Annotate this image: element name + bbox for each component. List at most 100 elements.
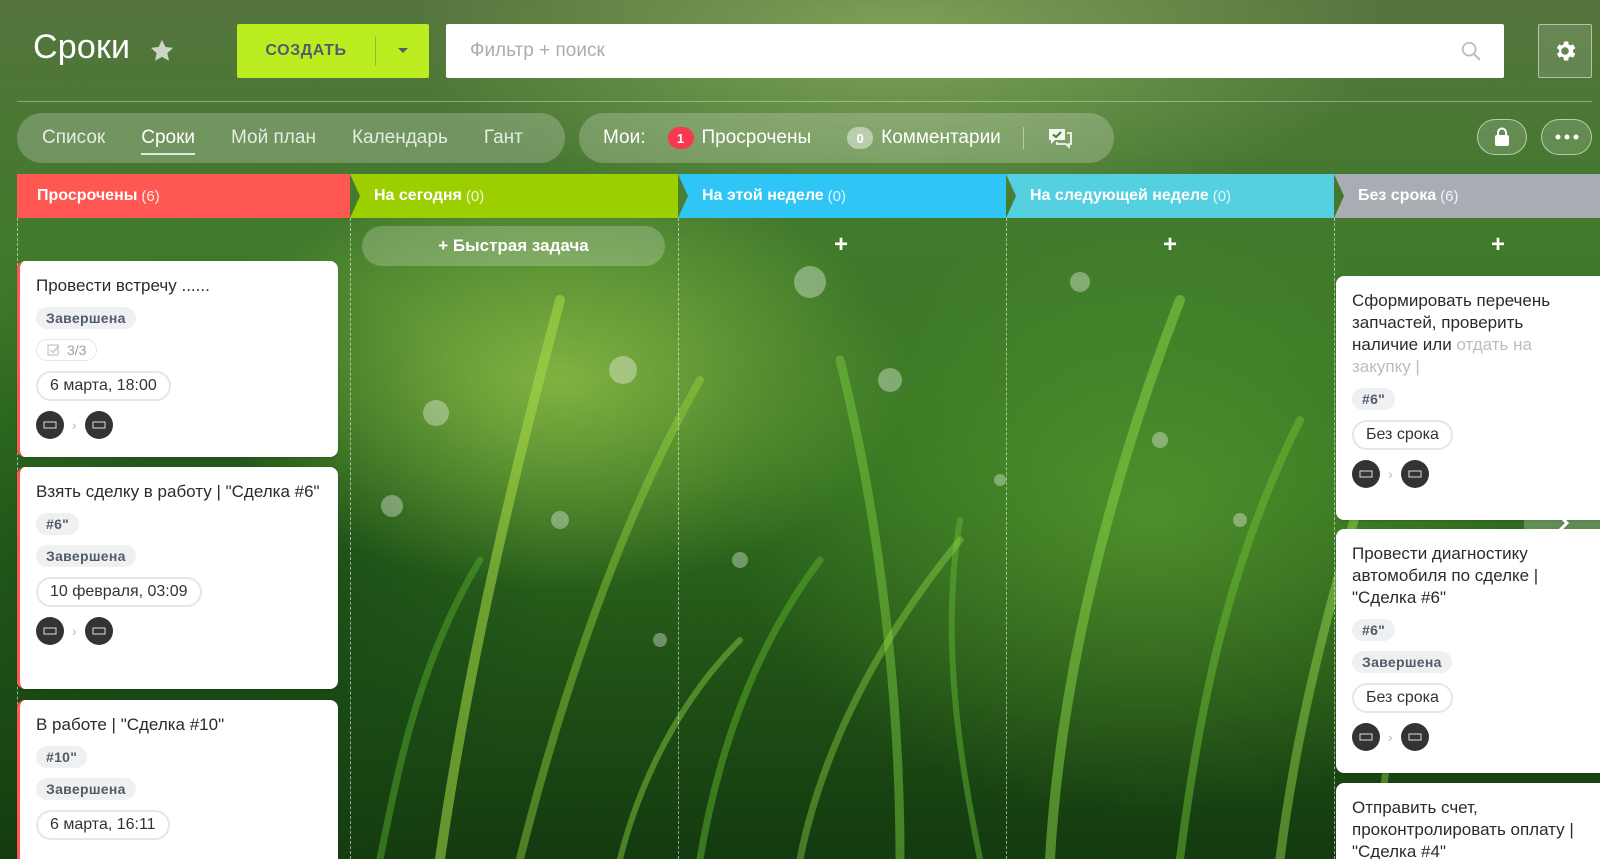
deadline-pill[interactable]: Без срока: [1352, 420, 1453, 450]
comments-counter-label: Комментарии: [881, 127, 1001, 148]
status-badge: Завершена: [36, 307, 136, 329]
task-people: ›: [36, 617, 322, 645]
overdue-counter[interactable]: 1 Просрочены: [667, 127, 812, 149]
status-badge: Завершена: [36, 545, 136, 567]
create-button[interactable]: СОЗДАТЬ: [237, 24, 429, 78]
tab-deadlines[interactable]: Сроки: [141, 127, 195, 155]
deal-tag[interactable]: #6": [1352, 619, 1396, 641]
user-icon: [92, 421, 106, 429]
star-icon[interactable]: [148, 37, 176, 65]
user-icon: [43, 421, 57, 429]
checklist-value: 3/3: [67, 342, 87, 358]
deadline-pill[interactable]: 10 февраля, 03:09: [36, 577, 202, 607]
task-people: ›: [1352, 723, 1584, 751]
creator-avatar[interactable]: [1352, 723, 1380, 751]
caret-down-icon: [397, 48, 408, 53]
task-title[interactable]: В работе | "Сделка #10": [36, 714, 322, 736]
responsible-avatar[interactable]: [84, 617, 113, 645]
responsible-avatar[interactable]: [1400, 460, 1429, 488]
chevron-right-icon: ›: [72, 417, 77, 433]
mine-label: Мои:: [603, 127, 646, 148]
tab-calendar[interactable]: Календарь: [352, 127, 448, 149]
search-input[interactable]: [446, 24, 1504, 78]
deadline-pill[interactable]: 6 марта, 16:11: [36, 810, 170, 840]
column-separator: [1006, 218, 1007, 859]
deal-tag[interactable]: #6": [36, 513, 80, 535]
user-icon: [1359, 470, 1373, 478]
page-title: Сроки: [33, 28, 131, 66]
column-header-overdue: Просрочены (6): [17, 174, 350, 218]
task-card[interactable]: Взять сделку в работу | "Сделка #6" #6" …: [17, 467, 338, 689]
task-card[interactable]: Отправить счет, проконтролировать оплату…: [1336, 783, 1600, 859]
column-header-today: На сегодня (0): [350, 174, 678, 218]
user-icon: [43, 627, 57, 635]
lock-icon: [1495, 127, 1509, 146]
task-title[interactable]: Провести встречу ......: [36, 275, 322, 297]
lock-button[interactable]: [1477, 119, 1527, 155]
column-separator: [1334, 218, 1335, 859]
more-dots-icon: [1555, 134, 1578, 140]
column-count: (6): [1440, 187, 1459, 205]
deal-tag[interactable]: #10": [36, 746, 88, 768]
checklist-icon: [47, 344, 60, 356]
column-separator: [678, 218, 679, 859]
task-title[interactable]: Сформировать перечень запчастей, провери…: [1352, 290, 1584, 378]
column-title: Без срока: [1358, 187, 1437, 204]
my-counters: Мои: 1 Просрочены 0 Комментарии: [579, 113, 1114, 163]
tab-list[interactable]: Список: [42, 127, 105, 149]
comments-count-badge: 0: [847, 127, 874, 149]
checklist-counter: 3/3: [36, 339, 98, 361]
column-header-next-week: На следующей неделе (0): [1006, 174, 1334, 218]
chevron-right-icon: ›: [1388, 466, 1393, 482]
user-icon: [1359, 733, 1373, 741]
column-separator: [350, 218, 351, 859]
overdue-counter-label: Просрочены: [701, 127, 812, 148]
deadline-pill[interactable]: 6 марта, 18:00: [36, 371, 171, 401]
responsible-avatar[interactable]: [1400, 723, 1429, 751]
add-task-no-deadline-button[interactable]: +: [1491, 233, 1505, 257]
chevron-right-icon: ›: [72, 623, 77, 639]
creator-avatar[interactable]: [36, 617, 64, 645]
add-task-next-week-button[interactable]: +: [1163, 233, 1177, 257]
creator-avatar[interactable]: [1352, 460, 1380, 488]
settings-button[interactable]: [1538, 24, 1592, 78]
deadline-pill[interactable]: Без срока: [1352, 683, 1453, 713]
task-title[interactable]: Отправить счет, проконтролировать оплату…: [1352, 797, 1584, 859]
status-badge: Завершена: [1352, 651, 1452, 673]
column-header-no-deadline: Без срока (6): [1334, 174, 1600, 218]
column-title: На сегодня: [374, 187, 462, 204]
task-people: ›: [36, 411, 322, 439]
task-title[interactable]: Взять сделку в работу | "Сделка #6": [36, 481, 322, 503]
tab-my-plan[interactable]: Мой план: [231, 127, 316, 149]
user-icon: [92, 627, 106, 635]
task-card[interactable]: В работе | "Сделка #10" #10" Завершена 6…: [17, 700, 338, 859]
view-tabs: Список Сроки Мой план Календарь Гант: [17, 113, 565, 163]
chevron-right-icon: [1553, 509, 1570, 537]
create-dropdown-toggle[interactable]: [376, 24, 429, 78]
column-title: На следующей неделе: [1030, 187, 1209, 204]
quick-task-button[interactable]: + Быстрая задача: [362, 226, 665, 266]
overdue-count-badge: 1: [667, 127, 694, 149]
responsible-avatar[interactable]: [84, 411, 113, 439]
column-count: (0): [465, 187, 485, 205]
more-button[interactable]: [1541, 119, 1592, 155]
add-task-this-week-button[interactable]: +: [834, 233, 848, 257]
gear-icon: [1556, 41, 1576, 61]
read-all-comments-icon[interactable]: [1046, 126, 1074, 150]
status-badge: Завершена: [36, 778, 136, 800]
deal-tag[interactable]: #6": [1352, 388, 1396, 410]
search-icon[interactable]: [1460, 40, 1482, 62]
column-count: (0): [827, 187, 847, 205]
user-icon: [1408, 470, 1422, 478]
user-icon: [1408, 733, 1422, 741]
task-card[interactable]: Провести встречу ...... Завершена 3/3 6 …: [17, 261, 338, 457]
column-title: На этой неделе: [702, 187, 824, 204]
comments-counter[interactable]: 0 Комментарии: [847, 127, 1001, 149]
column-count: (0): [1212, 187, 1232, 205]
column-header-this-week: На этой неделе (0): [678, 174, 1006, 218]
creator-avatar[interactable]: [36, 411, 64, 439]
header-divider: [17, 101, 1592, 102]
tab-gantt[interactable]: Гант: [484, 127, 523, 149]
create-button-label: СОЗДАТЬ: [265, 42, 347, 59]
column-title: Просрочены: [37, 187, 138, 204]
